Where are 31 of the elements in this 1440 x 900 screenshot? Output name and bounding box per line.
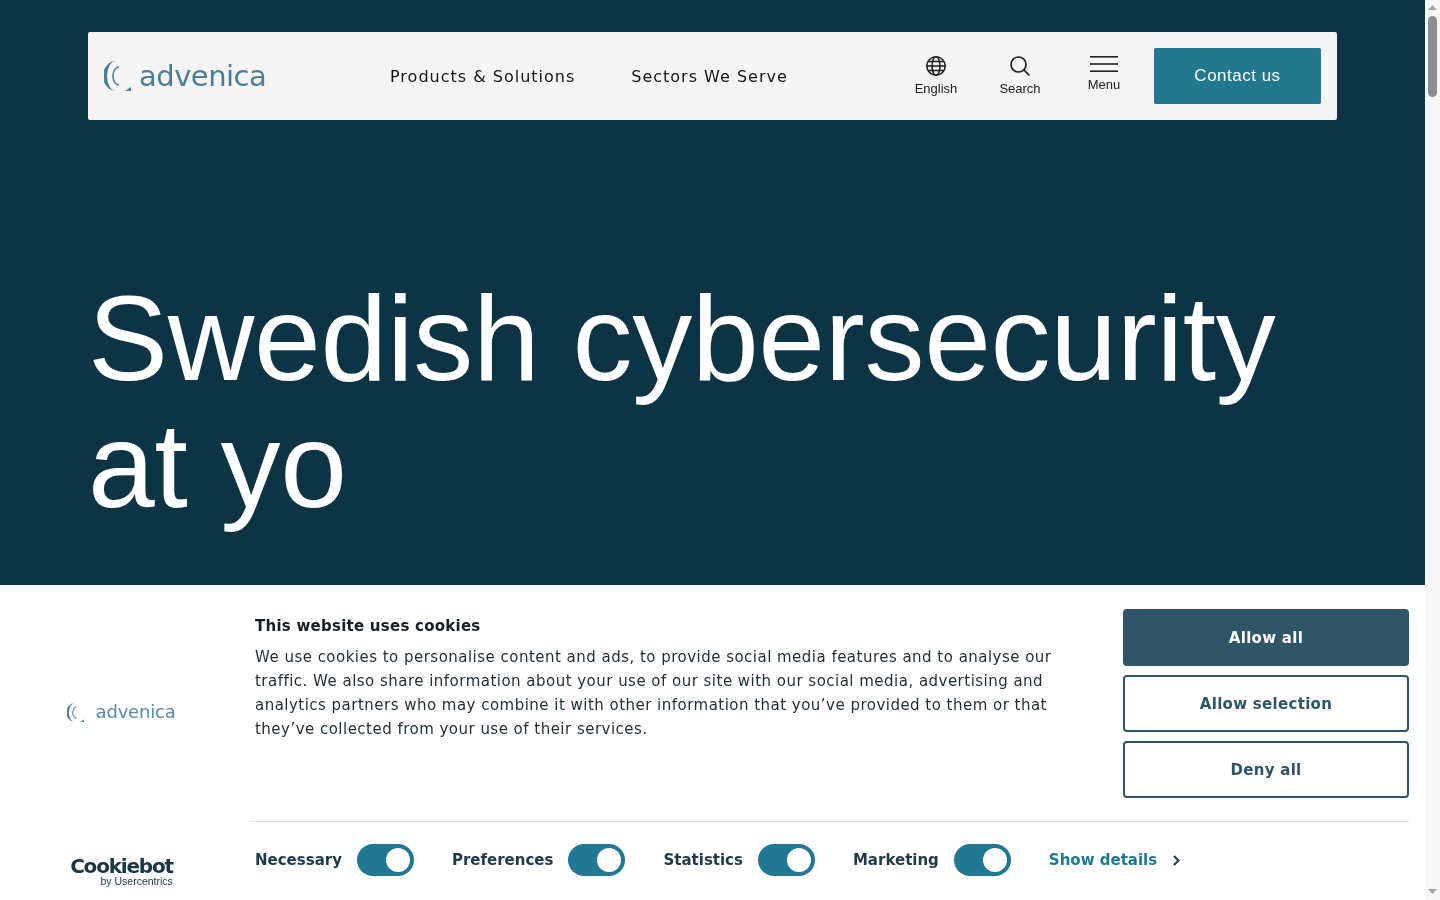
brand-name[interactable]: advenica [139,61,267,91]
toggle-switch[interactable] [568,844,626,876]
toggle-switch[interactable] [356,844,414,876]
consent-label: Statistics [663,851,743,869]
scrollbar-thumb[interactable] [1428,16,1437,97]
nav-link[interactable]: Products & Solutions [390,66,576,86]
search-button[interactable]: Search [988,56,1052,96]
consent-label: Preferences [451,851,554,869]
show-details-link[interactable]: Show details [1048,851,1181,869]
consent-button[interactable]: Deny all [1123,741,1409,798]
provider-wordmark: Cookiebot [70,856,173,876]
provider-byline: by Usercentrics [100,876,173,887]
menu-button[interactable]: Menu [1072,56,1136,96]
globe-icon [926,56,946,76]
search-icon [1010,56,1030,76]
toggle-switch[interactable] [757,844,815,876]
logo-icon [104,61,131,91]
brand-name: advenica [95,703,176,721]
toggle-switch[interactable] [953,844,1011,876]
contact-button[interactable]: Contact us [1154,48,1321,104]
language-button[interactable]: English [904,56,968,96]
allow-all-button[interactable]: Allow all [1123,609,1409,666]
consent-label: Necessary [255,851,342,869]
menu-icon [1090,56,1118,72]
logo-icon [67,702,85,722]
nav-link[interactable]: Sectors We Serve [631,66,788,86]
consent-button[interactable]: Allow selection [1123,675,1409,732]
chevron-right-icon [1173,854,1181,866]
consent-label: Marketing [852,851,939,869]
banner-text: We use cookies to personalise content and ads, to provide social media features and to analyse our traffic. We also share information about your use of our site with our social media, advertising and analytics partners who may combine it with other information that you’ve provided to them or that they’ve collected from your use of their services. [255,647,1053,740]
banner-title: This website uses cookies [255,616,482,636]
